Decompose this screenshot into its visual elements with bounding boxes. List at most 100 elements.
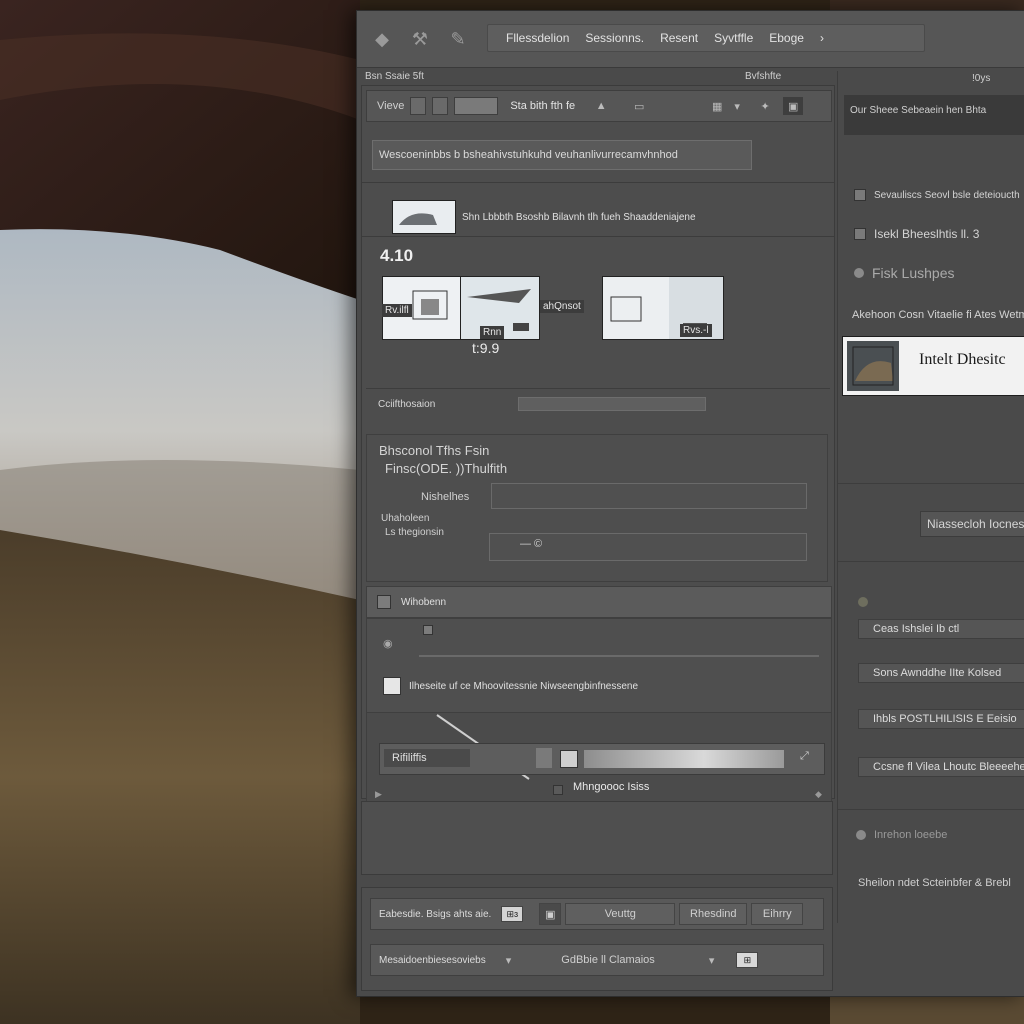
hammer-icon[interactable]: ⚒ xyxy=(407,26,433,52)
panel-title-right: Bvfshfte xyxy=(745,71,782,82)
camera-icon[interactable]: ◉ xyxy=(383,637,393,650)
sidebar-item-label: Sevauliscs Seovl bsle deteioucth xyxy=(874,189,1020,201)
menu-item[interactable]: Syvtffle xyxy=(714,31,753,45)
grid-icon[interactable]: ▦ xyxy=(707,97,727,115)
chevron-right-icon[interactable]: › xyxy=(820,31,824,45)
properties-subheading: Finsc(ODE. ))Thulfith xyxy=(385,461,508,476)
progress-slider[interactable] xyxy=(518,397,706,411)
section-body: ◉ Ilheseite uf ce Mhoovitessnie Niwseeng… xyxy=(366,618,832,714)
sidebar-header: Our Sheee Sebeaein hen Bhta xyxy=(844,95,1024,135)
sidebar-item-label: Inrehon loeebe xyxy=(874,829,948,841)
footer-row: Mesaidoenbiesesoviebs ▾ GdBbie ll Clamai… xyxy=(370,944,824,976)
checkbox[interactable] xyxy=(383,677,401,695)
menu-item[interactable]: Eboge xyxy=(769,31,804,45)
warning-icon[interactable]: ▲ xyxy=(591,97,611,115)
list-item[interactable]: Ihbls POSTLHILISIS E Eeisio xyxy=(858,709,1024,729)
radio-icon[interactable] xyxy=(854,268,864,278)
sidebar-item-label: Fisk Lushpes xyxy=(872,265,955,281)
option-checkbox[interactable] xyxy=(423,625,433,635)
property-key: Uhaholeen xyxy=(381,513,430,524)
sidebar-checkbox[interactable] xyxy=(854,189,866,201)
timeline-bar[interactable]: Rifiliffis ⤢ xyxy=(379,743,825,775)
frame-label: Rv.ilfl xyxy=(382,304,412,317)
sidebar-item[interactable]: Isekl Bheeslhtis ll. 3 xyxy=(854,227,979,241)
sidebar-item[interactable]: Akehoon Cosn Vitaelie fi Ates Wetms xyxy=(852,309,1024,321)
layer-thumbnail xyxy=(392,200,456,234)
sidebar-item-label: Akehoon Cosn Vitaelie fi Ates Wetms xyxy=(852,309,1024,321)
checkbox-row[interactable]: Ilheseite uf ce Mhoovitessnie Niwseengbi… xyxy=(383,677,638,695)
timeline-caption: Mhngoooc Isiss xyxy=(573,781,650,793)
panel-subbar: Vieve Sta bith fth fe ▲ ▭ ▦ ▾ ✦ ▣ xyxy=(366,90,832,122)
timeline-panel: Rifiliffis ⤢ ▶ Mhngoooc Isiss ◆ xyxy=(366,712,832,808)
footer-row: Eabesdie. Bsigs ahts aie. ⊞ɜ ▣ Veuttg Rh… xyxy=(370,898,824,930)
arrow-icon[interactable]: ◆ xyxy=(815,789,822,800)
list-item[interactable]: Ccsne fl Vilea Lhoutc Bleeeehesi xyxy=(858,757,1024,777)
view-toggle[interactable] xyxy=(410,97,427,115)
footer-button[interactable]: Veuttg xyxy=(565,903,676,925)
property-key: Nishelhes xyxy=(421,491,470,503)
status-label: Cciifthosaion xyxy=(378,398,436,410)
grid-chip-icon[interactable]: ⊞ɜ xyxy=(501,906,524,922)
brush-icon[interactable]: ✎ xyxy=(445,26,471,52)
timeline-clip[interactable] xyxy=(584,750,784,768)
frame-label: Rvs.-l xyxy=(680,324,712,337)
clip-thumbnail[interactable] xyxy=(560,750,578,768)
sidebar-item[interactable]: Fisk Lushpes xyxy=(854,265,954,281)
view-dropdown[interactable] xyxy=(454,97,499,115)
path-field[interactable]: Wescoeninbbs b bsheahivstuhkuhd veuhanli… xyxy=(372,140,752,170)
view-label: Vieve xyxy=(377,100,405,112)
timeline-marker[interactable] xyxy=(536,748,552,768)
footer-status: GdBbie ll Clamaios xyxy=(561,954,655,966)
card-title: Intelt Dhesitc xyxy=(919,351,1006,368)
radio-icon[interactable] xyxy=(856,830,866,840)
footer-button[interactable]: Rhesdind xyxy=(679,903,748,925)
menu-item[interactable]: Resent xyxy=(660,31,698,45)
camera-icon[interactable]: ▣ xyxy=(539,903,562,925)
pin-icon[interactable]: ✦ xyxy=(755,97,775,115)
menu-item[interactable]: Sessionns. xyxy=(585,31,644,45)
menu-item[interactable]: Fllessdelion xyxy=(506,31,569,45)
panel-title: Bsn Ssaie 5ft xyxy=(365,71,424,82)
footer-panel: Eabesdie. Bsigs ahts aie. ⊞ɜ ▣ Veuttg Rh… xyxy=(361,887,833,991)
grid-chip-icon[interactable]: ⊞ xyxy=(736,952,759,968)
layer-row[interactable]: Shn Lbbbth Bsoshb Bilavnh tlh fueh Shaad… xyxy=(392,200,696,234)
right-sidebar: !0ys Our Sheee Sebeaein hen Bhta Sevauli… xyxy=(837,71,1024,923)
dropdown-icon[interactable]: ▾ xyxy=(709,954,715,967)
timeline-label: Rifiliffis xyxy=(384,749,470,767)
section-toggle[interactable] xyxy=(377,595,391,609)
play-icon[interactable]: ▶ xyxy=(375,789,382,800)
sidebar-checkbox[interactable] xyxy=(854,228,866,240)
timeline-checkbox[interactable] xyxy=(553,785,563,795)
properties-heading: Bhsconol Tfhs Fsin xyxy=(379,443,490,458)
divider xyxy=(419,655,819,657)
dropdown-icon[interactable]: ▾ xyxy=(506,954,512,967)
footer-label: Mesaidoenbiesesoviebs xyxy=(379,954,486,966)
sidebar-item[interactable]: Sevauliscs Seovl bsle deteioucth xyxy=(854,189,1020,201)
monitor-icon[interactable]: ▭ xyxy=(629,97,649,115)
chevron-down-icon[interactable]: ▾ xyxy=(727,97,747,115)
list-item[interactable]: Ceas Ishslei Ib ctl xyxy=(858,619,1024,639)
footer-button[interactable]: Eihrry xyxy=(751,903,804,925)
property-field[interactable]: — © xyxy=(489,533,807,561)
status-dot-icon xyxy=(858,597,868,607)
sidebar-button[interactable]: Niassecloh Iocnesi xyxy=(920,511,1024,537)
section-header[interactable]: Wihobenn xyxy=(366,586,832,618)
section-title: Wihobenn xyxy=(401,596,447,608)
divider xyxy=(838,483,1024,484)
sidebar-item[interactable]: Inrehon loeebe xyxy=(856,829,947,841)
empty-panel xyxy=(361,801,833,875)
view-toggle[interactable] xyxy=(432,97,449,115)
menu-bar: Fllessdelion Sessionns. Resent Syvtffle … xyxy=(487,24,925,52)
card-thumbnail xyxy=(847,341,899,391)
divider xyxy=(838,561,1024,562)
subbar-title: Sta bith fth fe xyxy=(510,100,576,112)
property-key: Ls thegionsin xyxy=(385,527,444,538)
sidebar-item-label: Isekl Bheeslhtis ll. 3 xyxy=(874,227,980,241)
settings-icon[interactable]: ▣ xyxy=(783,97,804,115)
expand-icon[interactable]: ⤢ xyxy=(800,750,809,763)
selected-card[interactable]: Intelt Dhesitc xyxy=(842,336,1024,396)
property-field[interactable] xyxy=(491,483,807,509)
cube-icon[interactable]: ◆ xyxy=(369,26,395,52)
status-row: Cciifthosaion xyxy=(366,388,830,419)
list-item[interactable]: Sons Awnddhe IIte Kolsed xyxy=(858,663,1024,683)
